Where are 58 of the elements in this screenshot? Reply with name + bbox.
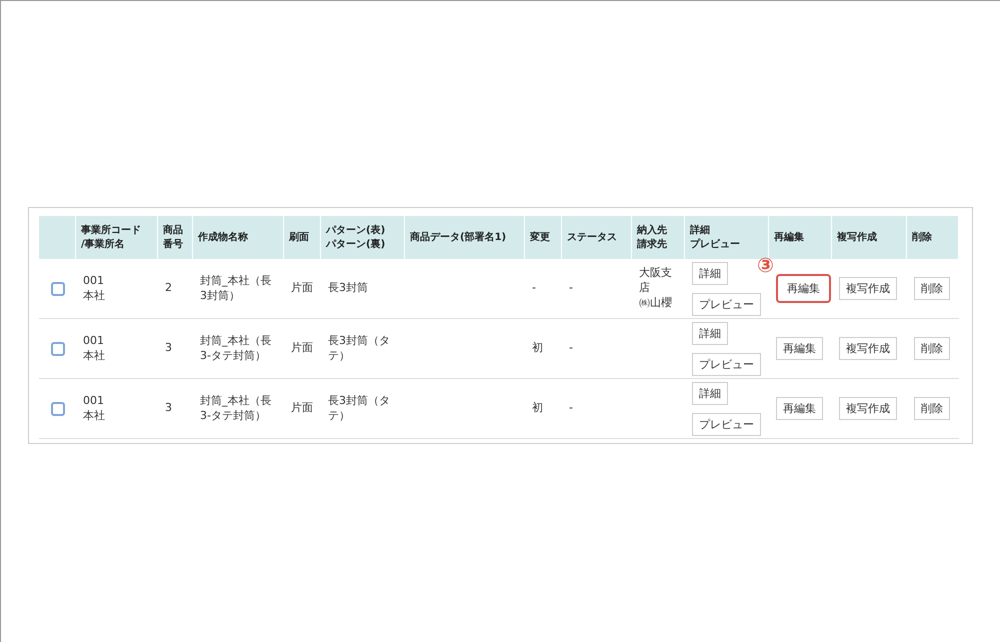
copy-button[interactable]: 複写作成 <box>839 397 897 420</box>
detail-button[interactable]: 詳細 <box>692 382 728 404</box>
column-header: 再編集 <box>769 216 832 259</box>
print-side: 片面 <box>291 401 313 416</box>
preview-button[interactable]: プレビュー <box>692 352 761 376</box>
column-header: 作成物名称 <box>193 216 284 259</box>
row-checkbox[interactable] <box>50 282 64 296</box>
product-number: 3 <box>165 401 172 416</box>
product-name: 封筒_本社（長3-タテ封筒） <box>200 334 272 364</box>
preview-button[interactable]: プレビュー <box>692 412 761 436</box>
pattern-name: 長3封筒（タテ） <box>328 394 391 424</box>
product-name: 封筒_本社（長3封筒） <box>200 274 272 304</box>
office-code: 001 <box>83 334 104 348</box>
row-checkbox[interactable] <box>50 402 64 416</box>
column-header: 詳細 プレビュー <box>685 216 769 259</box>
print-side: 片面 <box>291 281 313 296</box>
change-mark: - <box>532 281 536 296</box>
column-header: ステータス <box>562 216 632 259</box>
copy-button[interactable]: 複写作成 <box>839 277 897 300</box>
delivery-name: 大阪支店 <box>639 266 673 296</box>
column-header: パターン(表) パターン(裏) <box>321 216 405 259</box>
status-text: - <box>569 341 573 356</box>
reedit-button[interactable]: 再編集 <box>776 274 831 303</box>
product-name: 封筒_本社（長3-タテ封筒） <box>200 394 272 424</box>
column-header: 刷面 <box>284 216 321 259</box>
row-checkbox[interactable] <box>50 342 64 356</box>
column-header: 商品データ(部署名1) <box>405 216 525 259</box>
column-header: 納入先 請求先 <box>632 216 685 259</box>
status-text: - <box>569 281 573 296</box>
delete-button[interactable]: 削除 <box>914 397 950 420</box>
detail-button[interactable]: 詳細 <box>692 322 728 344</box>
preview-button[interactable]: プレビュー <box>692 292 761 316</box>
office-code: 001 <box>83 394 104 408</box>
header-cell <box>39 216 76 259</box>
change-mark: 初 <box>532 401 543 416</box>
copy-button[interactable]: 複写作成 <box>839 337 897 360</box>
office-code: 001 <box>83 274 104 288</box>
column-header: 事業所コード /事業所名 <box>76 216 158 259</box>
product-number: 2 <box>165 281 172 296</box>
column-header: 変更 <box>525 216 562 259</box>
print-side: 片面 <box>291 341 313 356</box>
column-header: 削除 <box>907 216 959 259</box>
column-header: 複写作成 <box>832 216 907 259</box>
office-name: 本社 <box>83 348 105 364</box>
delete-button[interactable]: 削除 <box>914 277 950 300</box>
billing-name: ㈱山櫻 <box>639 296 672 311</box>
product-number: 3 <box>165 341 172 356</box>
reedit-button[interactable]: 再編集 <box>776 337 823 360</box>
status-text: - <box>569 401 573 416</box>
office-name: 本社 <box>83 288 105 304</box>
column-header: 商品 番号 <box>158 216 193 259</box>
detail-button[interactable]: 詳細 <box>692 262 728 284</box>
delete-button[interactable]: 削除 <box>914 337 950 360</box>
pattern-name: 長3封筒 <box>328 281 368 296</box>
reedit-button[interactable]: 再編集 <box>776 397 823 420</box>
office-name: 本社 <box>83 408 105 424</box>
change-mark: 初 <box>532 341 543 356</box>
pattern-name: 長3封筒（タテ） <box>328 334 391 364</box>
